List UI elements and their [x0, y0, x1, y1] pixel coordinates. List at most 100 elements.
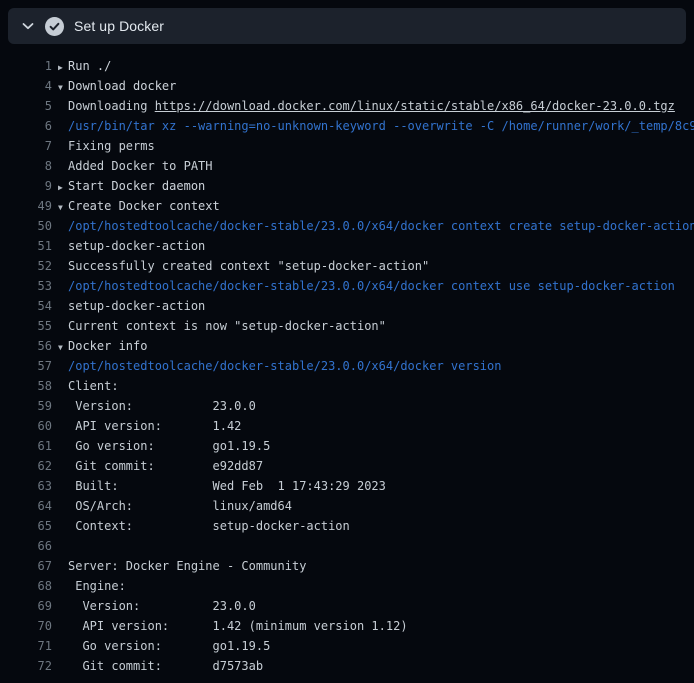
log-text: Version: 23.0.0 [68, 599, 256, 613]
log-line: 57/opt/hostedtoolcache/docker-stable/23.… [0, 356, 694, 376]
line-number[interactable]: 62 [0, 456, 52, 476]
caret-right-icon[interactable]: ▶ [58, 58, 68, 78]
line-number[interactable]: 49 [0, 196, 52, 216]
line-number[interactable]: 64 [0, 496, 52, 516]
line-number[interactable]: 69 [0, 596, 52, 616]
log-line: 60 API version: 1.42 [0, 416, 694, 436]
command-text: /opt/hostedtoolcache/docker-stable/23.0.… [68, 279, 675, 293]
log-line: 72 Git commit: d7573ab [0, 656, 694, 676]
log-line[interactable]: 56 ▼Docker info [0, 336, 694, 356]
log-line: 53/opt/hostedtoolcache/docker-stable/23.… [0, 276, 694, 296]
check-circle-icon [45, 17, 64, 36]
line-number[interactable]: 52 [0, 256, 52, 276]
command-text: /usr/bin/tar xz --warning=no-unknown-key… [68, 119, 694, 133]
step-title: Set up Docker [74, 18, 164, 34]
line-number[interactable]: 4 [0, 76, 52, 96]
line-number[interactable]: 54 [0, 296, 52, 316]
log-line: 50/opt/hostedtoolcache/docker-stable/23.… [0, 216, 694, 236]
log-text: Added Docker to PATH [68, 159, 213, 173]
group-title: Run ./ [68, 59, 111, 73]
command-text: /opt/hostedtoolcache/docker-stable/23.0.… [68, 219, 694, 233]
log-line: 70 API version: 1.42 (minimum version 1.… [0, 616, 694, 636]
log-text: setup-docker-action [68, 299, 205, 313]
caret-down-icon[interactable]: ▼ [58, 198, 68, 218]
caret-right-icon[interactable]: ▶ [58, 178, 68, 198]
line-number[interactable]: 60 [0, 416, 52, 436]
log-line: 65 Context: setup-docker-action [0, 516, 694, 536]
download-url-link[interactable]: https://download.docker.com/linux/static… [155, 99, 675, 113]
log-line: 66 [0, 536, 694, 556]
line-number[interactable]: 6 [0, 116, 52, 136]
log-line: 64 OS/Arch: linux/amd64 [0, 496, 694, 516]
line-number[interactable]: 1 [0, 56, 52, 76]
log-text: Go version: go1.19.5 [68, 439, 270, 453]
line-number[interactable]: 51 [0, 236, 52, 256]
log-line[interactable]: 49 ▼Create Docker context [0, 196, 694, 216]
log-text: setup-docker-action [68, 239, 205, 253]
log-text: Built: Wed Feb 1 17:43:29 2023 [68, 479, 386, 493]
line-number[interactable]: 61 [0, 436, 52, 456]
log-line: 71 Go version: go1.19.5 [0, 636, 694, 656]
log-line: 61 Go version: go1.19.5 [0, 436, 694, 456]
log-text: Fixing perms [68, 139, 155, 153]
line-number[interactable]: 56 [0, 336, 52, 356]
group-title: Docker info [68, 339, 147, 353]
log-text: Client: [68, 379, 119, 393]
log-text: Go version: go1.19.5 [68, 639, 270, 653]
caret-down-icon[interactable]: ▼ [58, 78, 68, 98]
log-text: API version: 1.42 [68, 419, 241, 433]
log-line: 6/usr/bin/tar xz --warning=no-unknown-ke… [0, 116, 694, 136]
step-header[interactable]: Set up Docker [8, 8, 686, 44]
command-text: /opt/hostedtoolcache/docker-stable/23.0.… [68, 359, 501, 373]
log-line[interactable]: 9 ▶Start Docker daemon [0, 176, 694, 196]
log-text: Successfully created context "setup-dock… [68, 259, 429, 273]
line-number[interactable]: 70 [0, 616, 52, 636]
group-title: Download docker [68, 79, 176, 93]
log-line: 69 Version: 23.0.0 [0, 596, 694, 616]
actions-log-viewer: { "header": { "title": "Set up Docker", … [0, 0, 694, 683]
log-line: 52 Successfully created context "setup-do… [0, 256, 694, 276]
line-number[interactable]: 72 [0, 656, 52, 676]
group-title: Create Docker context [68, 199, 220, 213]
log-text: Engine: [68, 579, 126, 593]
line-number[interactable]: 59 [0, 396, 52, 416]
log-line[interactable]: 1 ▶Run ./ [0, 56, 694, 76]
log-line: 67 Server: Docker Engine - Community [0, 556, 694, 576]
log-line: 51 setup-docker-action [0, 236, 694, 256]
line-number[interactable]: 65 [0, 516, 52, 536]
line-number[interactable]: 57 [0, 356, 52, 376]
log-text: Context: setup-docker-action [68, 519, 350, 533]
log-text: Version: 23.0.0 [68, 399, 256, 413]
line-number[interactable]: 67 [0, 556, 52, 576]
log-line[interactable]: 4 ▼Download docker [0, 76, 694, 96]
log-line: 59 Version: 23.0.0 [0, 396, 694, 416]
log-text: Server: Docker Engine - Community [68, 559, 306, 573]
log-text-prefix: Downloading [68, 99, 155, 113]
group-title: Start Docker daemon [68, 179, 205, 193]
line-number[interactable]: 9 [0, 176, 52, 196]
log-line: 5 Downloading https://download.docker.com… [0, 96, 694, 116]
caret-down-icon[interactable]: ▼ [58, 338, 68, 358]
line-number[interactable]: 71 [0, 636, 52, 656]
log-line: 55 Current context is now "setup-docker-a… [0, 316, 694, 336]
log-text: Downloading https://download.docker.com/… [58, 96, 675, 116]
line-number[interactable]: 55 [0, 316, 52, 336]
line-number[interactable]: 7 [0, 136, 52, 156]
line-number[interactable]: 68 [0, 576, 52, 596]
line-number[interactable]: 66 [0, 536, 52, 556]
log-text: Git commit: d7573ab [68, 659, 263, 673]
line-number[interactable]: 5 [0, 96, 52, 116]
log-line: 7 Fixing perms [0, 136, 694, 156]
line-number[interactable]: 8 [0, 156, 52, 176]
line-number[interactable]: 58 [0, 376, 52, 396]
log-text: API version: 1.42 (minimum version 1.12) [68, 619, 408, 633]
log-text: Git commit: e92dd87 [68, 459, 263, 473]
line-number[interactable]: 63 [0, 476, 52, 496]
log-lines-container: 1▶Run ./4▼Download docker5Downloading ht… [0, 44, 694, 683]
log-line: 62 Git commit: e92dd87 [0, 456, 694, 476]
log-line: 54 setup-docker-action [0, 296, 694, 316]
log-text: Current context is now "setup-docker-act… [68, 319, 386, 333]
chevron-down-icon[interactable] [20, 18, 36, 34]
line-number[interactable]: 53 [0, 276, 52, 296]
line-number[interactable]: 50 [0, 216, 52, 236]
